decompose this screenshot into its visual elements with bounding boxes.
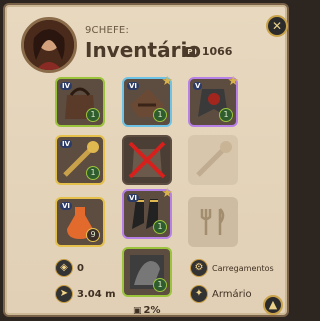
fame-icon: ◈ [55, 259, 73, 277]
tier-badge: IV [60, 82, 73, 90]
loadouts-icon[interactable]: ⚙ [190, 259, 208, 277]
speed-icon: ➤ [55, 285, 73, 303]
owner-name: 9CHEFE: [85, 25, 130, 36]
silver-count: P 1066 [185, 45, 232, 58]
slot-mount[interactable]: 1 [122, 247, 172, 297]
speed-value: 3.04 m [77, 289, 116, 300]
slot-cape[interactable]: V ★ 1 [188, 74, 239, 127]
tier-badge: IV [60, 140, 73, 148]
weight-indicator: ▣ 2% [133, 305, 161, 316]
slot-shoes[interactable]: VI ★ 1 [122, 186, 173, 239]
item-quantity: 1 [153, 220, 167, 234]
tier-badge: VI [127, 82, 140, 90]
inventory-panel: ✕ 9CHEFE: Inventário P 1066 IV 1 VI ★ 1 … [3, 3, 289, 317]
slot-potion[interactable]: VI 9 [55, 197, 105, 247]
slot-off-hand[interactable] [188, 135, 238, 185]
wardrobe-button[interactable]: Armário [212, 289, 252, 300]
item-quantity: 1 [219, 108, 233, 122]
slot-head[interactable]: VI ★ 1 [122, 74, 173, 127]
item-quantity: 1 [153, 108, 167, 122]
tier-badge: VI [60, 202, 73, 210]
item-quantity: 1 [86, 108, 100, 122]
player-avatar[interactable] [21, 17, 77, 73]
star-icon: ★ [161, 186, 173, 201]
close-button[interactable]: ✕ [266, 15, 288, 37]
weight-value: 2% [143, 305, 161, 316]
weight-icon: ▣ [133, 306, 142, 316]
star-icon: ★ [161, 74, 173, 89]
slot-armor[interactable] [122, 135, 172, 185]
slot-food[interactable] [188, 197, 238, 247]
tier-badge: VI [127, 194, 140, 202]
slot-bag[interactable]: IV 1 [55, 77, 105, 127]
armor-icon [128, 141, 166, 179]
item-quantity: 9 [86, 228, 100, 242]
page-title: Inventário [85, 38, 202, 62]
scroll-up-button[interactable]: ▲ [263, 295, 283, 315]
fame-value: 0 [77, 263, 84, 274]
item-quantity: 1 [86, 166, 100, 180]
loadouts-button[interactable]: Carregamentos [212, 264, 274, 273]
silver-value: 1066 [201, 45, 233, 58]
slot-main-hand[interactable]: IV 1 [55, 135, 105, 185]
star-icon: ★ [227, 74, 239, 89]
silver-icon: P [185, 47, 195, 57]
item-quantity: 1 [153, 278, 167, 292]
staff-icon [196, 141, 232, 177]
wardrobe-icon[interactable]: ✦ [190, 285, 208, 303]
fork-knife-icon [200, 208, 225, 235]
